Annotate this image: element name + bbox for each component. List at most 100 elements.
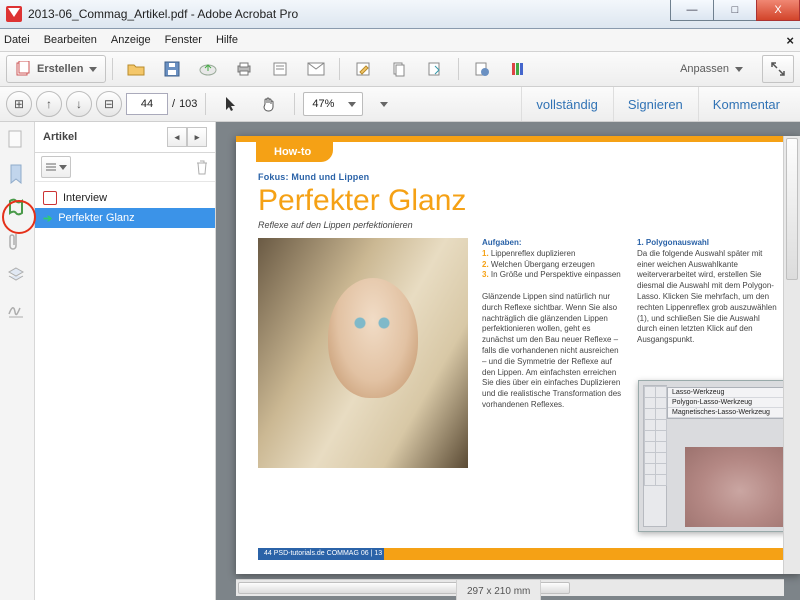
link-icon — [474, 61, 490, 77]
mail-button[interactable] — [299, 55, 333, 83]
edit-text-button[interactable] — [346, 55, 380, 83]
chevron-down-icon — [735, 67, 743, 72]
panel-title: Artikel — [43, 131, 77, 143]
hand-icon — [261, 96, 277, 112]
panel-next-button[interactable]: ▸ — [187, 127, 207, 147]
color-button[interactable] — [501, 55, 535, 83]
doc-footer-pagenum: 44 PSD-tutorials.de COMMAG 06 | 13 — [258, 548, 384, 560]
save-button[interactable] — [155, 55, 189, 83]
chevron-down-icon — [59, 165, 67, 170]
link-kommentar[interactable]: Kommentar — [698, 87, 794, 121]
scroll-thumb[interactable] — [786, 138, 798, 280]
create-label: Erstellen — [37, 63, 83, 75]
status-dimensions: 297 x 210 mm — [456, 579, 541, 600]
hand-tool-button[interactable] — [252, 90, 286, 118]
chevron-down-icon — [348, 102, 356, 107]
prev-page-button[interactable]: ↑ — [36, 91, 62, 117]
link-button[interactable] — [465, 55, 499, 83]
fullscreen-button[interactable] — [762, 55, 794, 83]
edit-icon — [355, 61, 371, 77]
form-icon — [272, 61, 288, 77]
doc-heading: Perfekter Glanz — [258, 184, 778, 218]
articles-panel: Artikel ◂ ▸ Interview ➔ Perfekter Glanz — [35, 122, 216, 600]
page-input[interactable]: 44 — [126, 93, 168, 115]
bookmarks-icon[interactable] — [7, 164, 27, 184]
tree-item-perfekter-glanz[interactable]: ➔ Perfekter Glanz — [35, 208, 215, 228]
doc-close-button[interactable]: × — [786, 33, 794, 48]
sidebar-rail — [0, 122, 35, 600]
panel-options-button[interactable] — [41, 156, 71, 178]
customize-label: Anpassen — [680, 63, 729, 75]
menubar: Datei Bearbeiten Anzeige Fenster Hilfe × — [0, 29, 800, 52]
doc-section-tab: How-to — [256, 142, 333, 162]
attachments-icon[interactable] — [7, 232, 27, 252]
open-button[interactable] — [119, 55, 153, 83]
menu-datei[interactable]: Datei — [4, 34, 30, 46]
app-icon — [6, 6, 22, 22]
cursor-icon — [224, 96, 238, 112]
next-page-button[interactable]: ↓ — [66, 91, 92, 117]
folder-open-icon — [127, 61, 145, 77]
tree-item-interview[interactable]: Interview — [35, 188, 215, 208]
zoom-dropdown-button[interactable] — [367, 90, 401, 118]
articles-icon[interactable] — [7, 198, 27, 218]
cloud-icon — [199, 62, 217, 76]
printer-icon — [236, 61, 252, 77]
thumbnails-icon[interactable] — [7, 130, 27, 150]
page-total-sep: / — [172, 98, 175, 110]
first-page-button[interactable]: ⊞ — [6, 91, 32, 117]
chevron-down-icon — [380, 102, 388, 107]
zoom-value: 47% — [304, 98, 342, 110]
menu-anzeige[interactable]: Anzeige — [111, 34, 151, 46]
maximize-button[interactable]: □ — [713, 0, 757, 21]
nav-toolbar: ⊞ ↑ ↓ ⊟ 44 / 103 47% vollständig Signier… — [0, 87, 800, 122]
zoom-select[interactable]: 47% — [303, 92, 363, 116]
page-total: 103 — [179, 98, 197, 110]
create-button[interactable]: Erstellen — [6, 55, 106, 83]
doc-col-tasks: Aufgaben: 1. Lippenreflex duplizieren 2.… — [482, 238, 623, 468]
chevron-down-icon — [89, 67, 97, 72]
window-title: 2013-06_Commag_Artikel.pdf - Adobe Acrob… — [28, 7, 298, 21]
layers-icon[interactable] — [7, 266, 27, 286]
article-icon — [43, 191, 57, 205]
vertical-scrollbar[interactable] — [783, 136, 800, 574]
titlebar: 2013-06_Commag_Artikel.pdf - Adobe Acrob… — [0, 0, 800, 29]
arrow-right-icon: ➔ — [43, 212, 52, 225]
doc-focus-line: Fokus: Mund und Lippen — [258, 172, 778, 182]
tree-item-label: Interview — [63, 192, 107, 204]
list-icon — [46, 162, 56, 172]
select-tool-button[interactable] — [214, 90, 248, 118]
color-bars-icon — [510, 61, 526, 77]
doc-subheading: Reflexe auf den Lippen perfektionieren — [258, 220, 778, 230]
form-button[interactable] — [263, 55, 297, 83]
doc-inset-screenshot: Lasso-Werkzeug Polygon-Lasso-Werkzeug Ma… — [638, 380, 800, 532]
pages-icon — [391, 61, 407, 77]
minimize-button[interactable]: — — [670, 0, 714, 21]
pages-button[interactable] — [382, 55, 416, 83]
tree-item-label: Perfekter Glanz — [58, 212, 134, 224]
floppy-icon — [164, 61, 180, 77]
link-signieren[interactable]: Signieren — [613, 87, 697, 121]
expand-icon — [771, 62, 785, 76]
menu-fenster[interactable]: Fenster — [165, 34, 202, 46]
pdf-page[interactable]: How-to Fokus: Mund und Lippen Perfekter … — [236, 136, 800, 574]
envelope-icon — [307, 62, 325, 76]
panel-prev-button[interactable]: ◂ — [167, 127, 187, 147]
main-toolbar: Erstellen Anpassen — [0, 52, 800, 87]
document-area: How-to Fokus: Mund und Lippen Perfekter … — [216, 122, 800, 600]
customize-button[interactable]: Anpassen — [669, 55, 754, 83]
doc-photo — [258, 238, 468, 468]
menu-hilfe[interactable]: Hilfe — [216, 34, 238, 46]
last-page-button[interactable]: ⊟ — [96, 91, 122, 117]
close-button[interactable]: X — [756, 0, 800, 21]
menu-bearbeiten[interactable]: Bearbeiten — [44, 34, 97, 46]
link-vollstaendig[interactable]: vollständig — [521, 87, 611, 121]
export-icon — [427, 61, 443, 77]
create-icon — [15, 61, 31, 77]
trash-icon[interactable] — [195, 159, 209, 175]
export-button[interactable] — [418, 55, 452, 83]
signatures-icon[interactable] — [7, 300, 27, 320]
print-button[interactable] — [227, 55, 261, 83]
cloud-button[interactable] — [191, 55, 225, 83]
article-tree: Interview ➔ Perfekter Glanz — [35, 182, 215, 600]
